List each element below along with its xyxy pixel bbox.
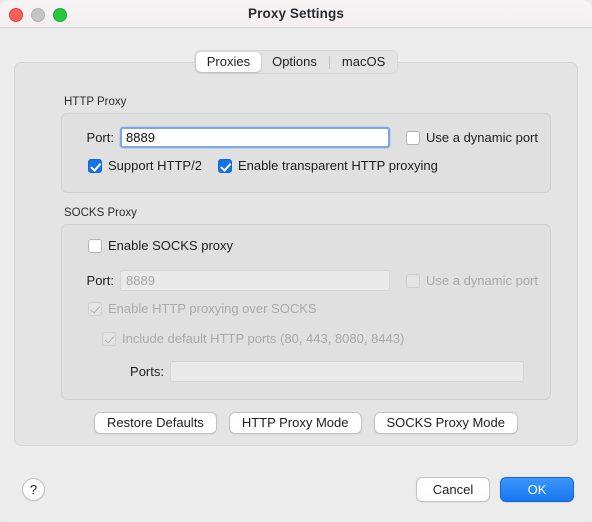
tab-bar: Proxies Options macOS [0,50,592,74]
http-dynamic-port-label: Use a dynamic port [426,130,538,145]
support-http2-label: Support HTTP/2 [108,158,202,173]
http-dynamic-port-row[interactable]: Use a dynamic port [406,130,538,145]
content-panel: HTTP Proxy Port: 8889 Use a dynamic port… [14,62,578,446]
ok-button[interactable]: OK [500,477,574,502]
socks-dynamic-port-checkbox[interactable] [406,274,420,288]
socks-proxy-mode-button[interactable]: SOCKS Proxy Mode [374,412,519,434]
http-over-socks-label: Enable HTTP proxying over SOCKS [108,301,317,316]
http-port-input[interactable]: 8889 [120,127,390,148]
socks-dynamic-port-label: Use a dynamic port [426,273,538,288]
socks-dynamic-port-row[interactable]: Use a dynamic port [406,273,538,288]
enable-socks-proxy-row[interactable]: Enable SOCKS proxy [88,238,233,253]
default-http-ports-checkbox-row[interactable]: Include default HTTP ports (80, 443, 808… [102,331,404,346]
transparent-proxying-checkbox[interactable] [218,159,232,173]
http-options-row: Support HTTP/2 Enable transparent HTTP p… [88,158,438,173]
http-over-socks-checkbox[interactable] [88,302,102,316]
tab-divider [329,56,330,69]
window-title: Proxy Settings [0,0,592,27]
enable-socks-row[interactable]: Enable SOCKS proxy [88,238,233,253]
http-proxy-mode-button[interactable]: HTTP Proxy Mode [229,412,362,434]
enable-socks-proxy-checkbox[interactable] [88,239,102,253]
tab-macos[interactable]: macOS [331,52,396,72]
restore-defaults-button[interactable]: Restore Defaults [94,412,217,434]
transparent-proxying-label: Enable transparent HTTP proxying [238,158,438,173]
http-proxy-group: HTTP Proxy Port: 8889 Use a dynamic port… [61,113,551,193]
enable-socks-proxy-label: Enable SOCKS proxy [108,238,233,253]
http-port-row: Port: 8889 Use a dynamic port [76,127,538,148]
cancel-button[interactable]: Cancel [416,477,490,502]
http-over-socks-checkbox-row[interactable]: Enable HTTP proxying over SOCKS [88,301,317,316]
support-http2-row[interactable]: Support HTTP/2 [88,158,202,173]
http-port-label: Port: [76,130,114,145]
socks-proxy-group-label: SOCKS Proxy [64,207,137,219]
default-http-ports-checkbox[interactable] [102,332,116,346]
transparent-proxying-row[interactable]: Enable transparent HTTP proxying [218,158,438,173]
footer-actions: Cancel OK [416,477,574,502]
dialog-footer: ? Cancel OK [0,462,592,522]
http-dynamic-port-checkbox[interactable] [406,131,420,145]
http-proxy-group-label: HTTP Proxy [64,96,126,108]
http-over-socks-row[interactable]: Enable HTTP proxying over SOCKS [88,301,317,316]
help-button[interactable]: ? [22,478,45,501]
socks-ports-input[interactable] [170,361,524,382]
socks-port-label: Port: [76,273,114,288]
socks-port-input[interactable]: 8889 [120,270,390,291]
proxy-mode-button-row: Restore Defaults HTTP Proxy Mode SOCKS P… [61,412,551,434]
tab-proxies[interactable]: Proxies [196,52,261,72]
socks-proxy-group: SOCKS Proxy Enable SOCKS proxy Port: 888… [61,224,551,400]
title-bar: Proxy Settings [0,0,592,28]
socks-ports-label: Ports: [122,364,164,379]
socks-ports-row: Ports: [122,361,538,382]
support-http2-checkbox[interactable] [88,159,102,173]
default-http-ports-label: Include default HTTP ports (80, 443, 808… [122,331,404,346]
tab-options[interactable]: Options [261,52,328,72]
proxy-settings-window: Proxy Settings Proxies Options macOS HTT… [0,0,592,522]
socks-port-row: Port: 8889 Use a dynamic port [76,270,538,291]
segmented-control: Proxies Options macOS [194,50,399,74]
default-http-ports-row[interactable]: Include default HTTP ports (80, 443, 808… [102,331,404,346]
